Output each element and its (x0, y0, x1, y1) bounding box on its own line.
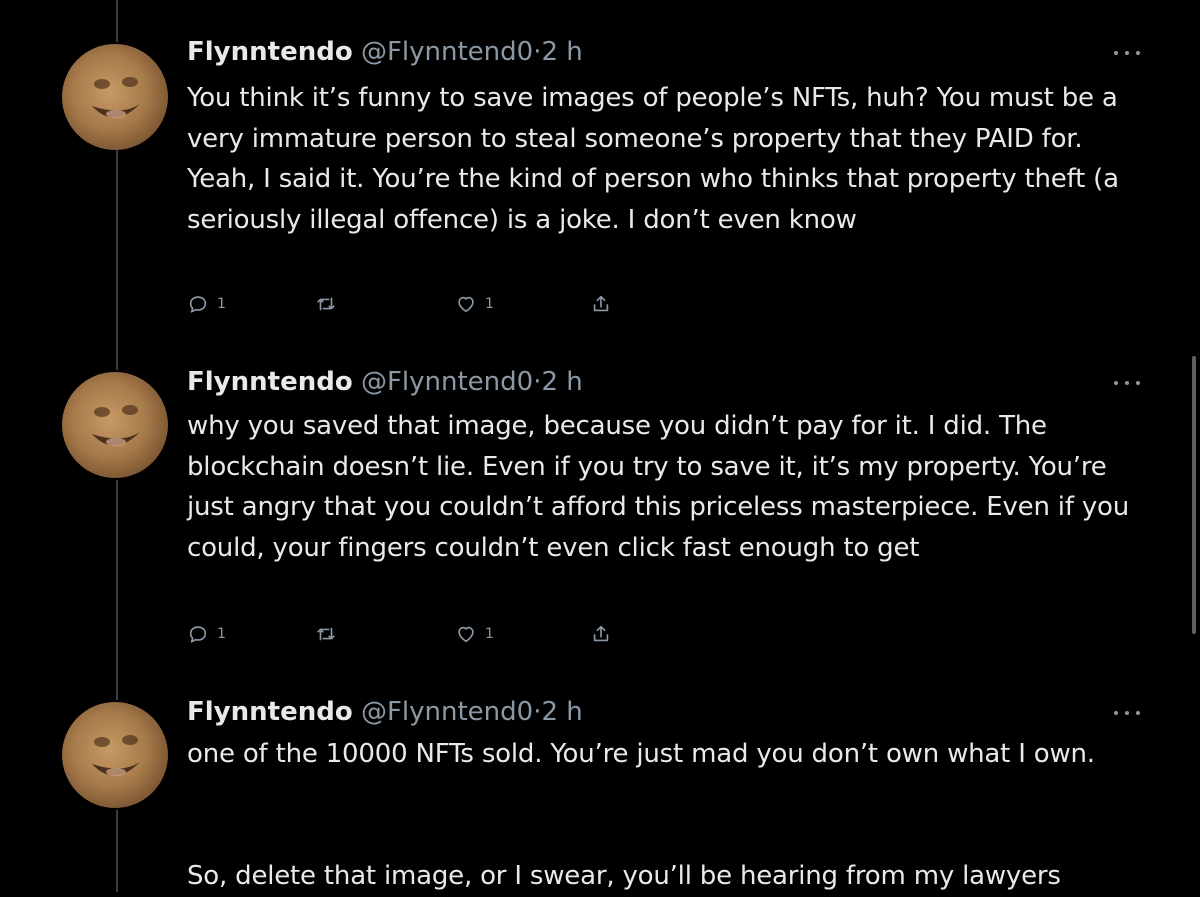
display-name[interactable]: Flynntendo (187, 697, 353, 727)
tweet[interactable]: Flynntendo @Flynntend0·2 h one of the 10… (0, 0, 1200, 892)
tweet-text: one of the 10000 NFTs sold. You’re just … (187, 739, 1095, 769)
handle[interactable]: @Flynntend0 (361, 697, 533, 727)
more-icon[interactable] (1114, 706, 1140, 720)
timestamp[interactable]: 2 h (541, 697, 582, 727)
tweet-text-continued: So, delete that image, or I swear, you’l… (187, 861, 1061, 891)
avatar[interactable] (62, 702, 168, 808)
avatar-image (92, 735, 140, 776)
scrollbar[interactable] (1192, 356, 1196, 634)
tweet-header: Flynntendo @Flynntend0·2 h (187, 696, 583, 728)
